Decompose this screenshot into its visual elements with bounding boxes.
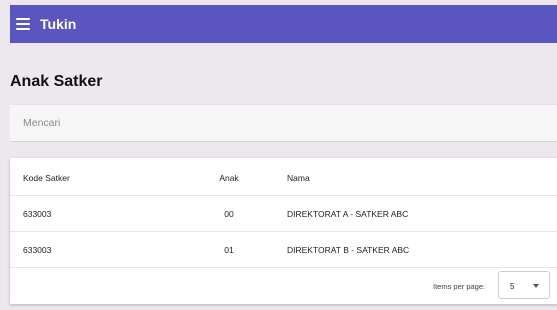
cell-kode-satker: 633003	[23, 209, 52, 219]
data-table: Kode Satker Anak Nama 633003 00 DIREKTOR…	[10, 158, 557, 304]
column-header-kode-satker[interactable]: Kode Satker	[23, 160, 70, 196]
app-toolbar: Tukin	[10, 5, 557, 43]
hamburger-menu-icon[interactable]	[16, 18, 30, 30]
search-input[interactable]	[23, 117, 557, 129]
table-row[interactable]: 633003 01 DIREKTORAT B - SATKER ABC	[10, 232, 557, 268]
table-row[interactable]: 633003 00 DIREKTORAT A - SATKER ABC	[10, 196, 557, 232]
items-per-page-select[interactable]: 5	[498, 271, 550, 299]
cell-nama: DIREKTORAT A - SATKER ABC	[287, 209, 409, 219]
cell-anak: 00	[224, 209, 234, 219]
items-per-page-value: 5	[510, 282, 515, 291]
column-header-anak[interactable]: Anak	[217, 160, 241, 196]
cell-nama: DIREKTORAT B - SATKER ABC	[287, 245, 410, 255]
table-header-row: Kode Satker Anak Nama	[10, 160, 557, 196]
app-title: Tukin	[40, 16, 77, 32]
paginator: Items per page: 5	[10, 268, 557, 304]
cell-kode-satker: 633003	[23, 245, 52, 255]
search-box	[10, 104, 557, 142]
cell-anak: 01	[224, 245, 234, 255]
items-per-page-label: Items per page:	[433, 282, 486, 291]
dropdown-arrow-icon	[533, 284, 539, 288]
page-title: Anak Satker	[10, 73, 103, 90]
column-header-nama[interactable]: Nama	[287, 160, 310, 196]
